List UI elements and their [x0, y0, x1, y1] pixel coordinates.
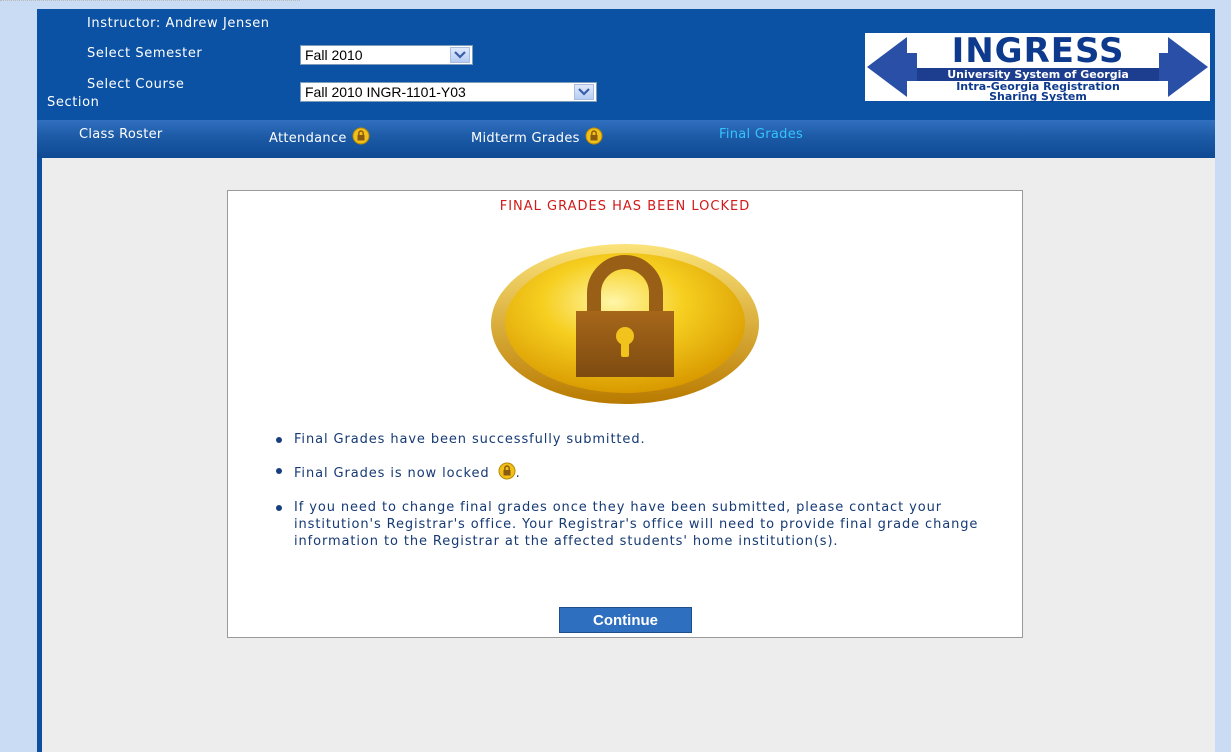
tab-midterm-grades[interactable]: Midterm Grades: [471, 127, 603, 149]
lock-icon: [585, 127, 603, 149]
tab-label: Final Grades: [719, 127, 804, 142]
chevron-down-icon[interactable]: [574, 84, 594, 100]
logo-title: INGRESS: [951, 31, 1125, 71]
top-dotted-line: [0, 0, 300, 1]
semester-select[interactable]: Fall 2010: [300, 45, 473, 65]
tab-class-roster[interactable]: Class Roster: [79, 127, 163, 142]
nav-bar: Class Roster Attendance Midterm Grades F…: [37, 120, 1215, 158]
main-content: FINAL GRADES HAS BEEN LOCKED Final Grade…: [42, 158, 1215, 752]
info-list: Final Grades have been successfully subm…: [268, 431, 1008, 564]
bullet-dot: [276, 505, 282, 511]
bullet-period: .: [515, 466, 521, 481]
course-label: Select Course: [87, 77, 185, 92]
tab-label: Midterm Grades: [471, 130, 580, 146]
lock-icon: [498, 462, 516, 485]
chevron-down-icon[interactable]: [450, 47, 470, 63]
continue-button[interactable]: Continue: [559, 607, 692, 633]
tab-label: Class Roster: [79, 127, 163, 142]
tab-attendance[interactable]: Attendance: [269, 127, 370, 149]
locked-panel: FINAL GRADES HAS BEEN LOCKED Final Grade…: [227, 190, 1023, 638]
list-item: Final Grades is now locked .: [268, 462, 1008, 485]
semester-select-value: Fall 2010: [305, 47, 363, 63]
ingress-logo: INGRESS University System of Georgia Int…: [865, 31, 1210, 103]
bullet-dot: [276, 468, 282, 474]
app-frame: Instructor: Andrew Jensen Select Semeste…: [37, 9, 1215, 752]
bullet-text: Final Grades is now locked: [294, 466, 490, 481]
course-select-value: Fall 2010 INGR-1101-Y03: [305, 84, 466, 100]
course-select[interactable]: Fall 2010 INGR-1101-Y03: [300, 82, 597, 102]
bullet-text: Final Grades have been successfully subm…: [294, 432, 646, 447]
tab-final-grades[interactable]: Final Grades: [719, 127, 803, 142]
bullet-dot: [276, 437, 282, 443]
tab-label: Attendance: [269, 130, 347, 146]
logo-line3: Sharing System: [989, 90, 1087, 103]
lock-icon: [352, 127, 370, 149]
header: Instructor: Andrew Jensen Select Semeste…: [37, 9, 1215, 120]
bullet-text: If you need to change final grades once …: [294, 500, 979, 549]
list-item: Final Grades have been successfully subm…: [268, 431, 1008, 448]
large-lock-icon: [490, 243, 760, 409]
list-item: If you need to change final grades once …: [268, 499, 1008, 550]
panel-title: FINAL GRADES HAS BEEN LOCKED: [499, 199, 751, 214]
semester-label: Select Semester: [87, 46, 203, 61]
course-label-section: Section: [47, 95, 100, 110]
instructor-name: Instructor: Andrew Jensen: [87, 16, 270, 31]
